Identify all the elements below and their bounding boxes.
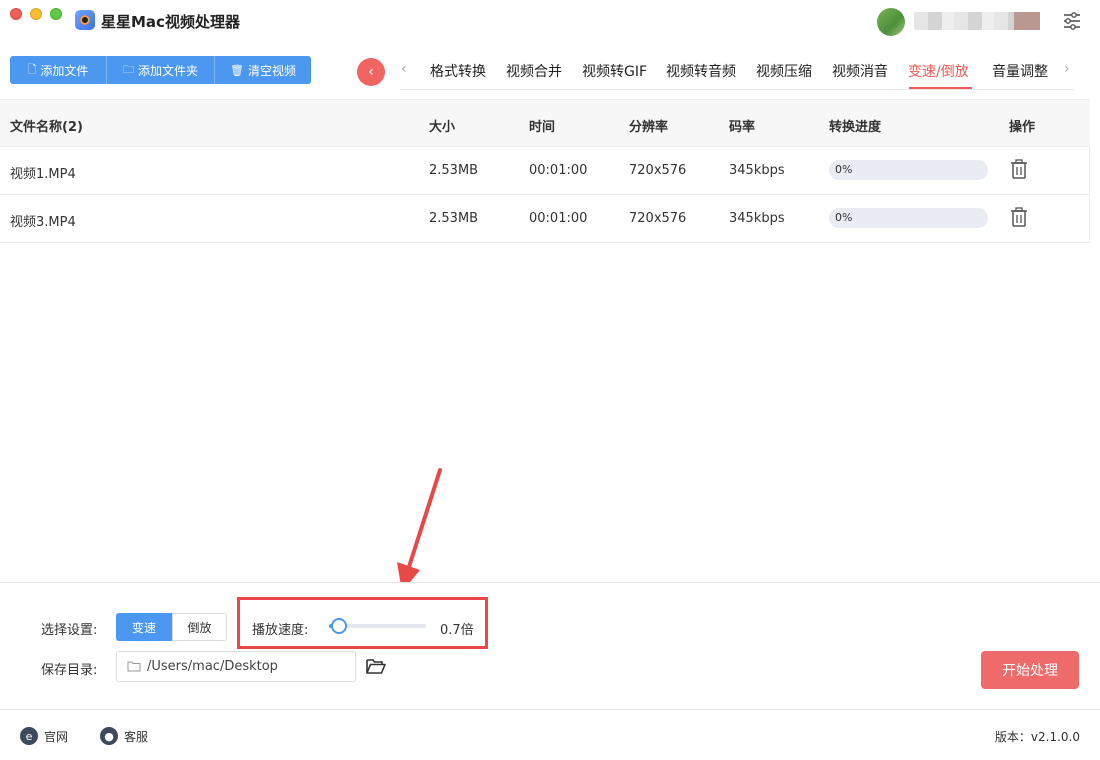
browser-icon: e [20,727,38,745]
cell-file-name: 视频1.MP4 [10,167,76,182]
tab-volume-adjust[interactable]: 音量调整 [992,61,1048,81]
trash-icon[interactable] [1010,159,1028,179]
document-icon: 🗋 [27,62,37,76]
tabs-scroll-right-icon[interactable]: › [1064,61,1070,77]
header-file-name: 文件名称(2) [10,120,83,135]
close-window-button[interactable] [10,8,22,20]
version-text: 版本：v2.1.0.0 [994,730,1080,744]
settings-panel [0,582,1100,710]
add-file-label: 添加文件 [40,63,89,78]
table-row[interactable]: 视频3.MP4 2.53MB 00:01:00 720x576 345kbps … [0,195,1090,243]
tab-video-to-audio[interactable]: 视频转音频 [666,61,736,81]
website-link[interactable]: e 官网 [20,727,68,745]
app-title: 星星Mac视频处理器 [101,13,240,31]
cell-resolution: 720x576 [629,211,687,226]
function-tabs: 格式转换 视频合并 视频转GIF 视频转音频 视频压缩 视频消音 变速/倒放 音… [400,52,1075,90]
header-action: 操作 [1009,120,1036,135]
cell-resolution: 720x576 [629,163,687,178]
folder-open-icon[interactable] [366,657,386,675]
website-label: 官网 [44,729,69,744]
progress-bar: 0% [829,160,988,180]
clear-videos-button[interactable]: 🗑 清空视频 [215,56,311,84]
active-tab-indicator [909,87,972,89]
add-file-button[interactable]: 🗋 添加文件 [10,56,107,84]
add-folder-button[interactable]: 🗀 添加文件夹 [107,56,215,84]
tab-format-convert[interactable]: 格式转换 [430,61,486,81]
user-avatar[interactable] [877,8,905,36]
table-header: 文件名称(2) 大小 时间 分辨率 码率 转换进度 操作 [0,99,1090,147]
header-time: 时间 [529,120,556,135]
cell-size: 2.53MB [429,163,479,178]
trash-icon: 🗑 [230,63,244,77]
tab-speed-reverse[interactable]: 变速/倒放 [908,61,969,81]
folder-icon [127,661,141,672]
tab-video-mute[interactable]: 视频消音 [832,61,888,81]
speed-value: 0.7倍 [440,623,474,638]
progress-text: 0% [835,211,853,224]
header-progress: 转换进度 [829,120,882,135]
table-row[interactable]: 视频1.MP4 2.53MB 00:01:00 720x576 345kbps … [0,147,1090,195]
tab-video-merge[interactable]: 视频合并 [506,61,562,81]
clear-videos-label: 清空视频 [247,63,296,78]
annotation-arrow-icon [397,468,442,592]
cell-bitrate: 345kbps [729,211,785,226]
user-name-blurred[interactable] [914,12,1040,30]
minimize-window-button[interactable] [30,8,42,20]
progress-text: 0% [835,163,853,176]
title-bar: 星星Mac视频处理器 [0,0,1100,44]
support-link[interactable]: ● 客服 [100,727,148,745]
start-processing-button[interactable]: 开始处理 [981,651,1079,689]
tab-video-compress[interactable]: 视频压缩 [756,61,812,81]
playback-speed-label: 播放速度: [252,623,309,638]
cell-time: 00:01:00 [529,163,588,178]
mode-speed-button[interactable]: 变速 [116,613,172,641]
chat-bubble-icon: ● [100,727,118,745]
cell-time: 00:01:00 [529,211,588,226]
header-resolution: 分辨率 [629,120,669,135]
header-size: 大小 [429,120,456,135]
chevron-left-icon: ‹ [368,64,374,80]
sliders-icon[interactable] [1062,11,1082,31]
cell-file-name: 视频3.MP4 [10,215,76,230]
progress-bar: 0% [829,208,988,228]
mode-reverse-button[interactable]: 倒放 [172,613,227,641]
maximize-window-button[interactable] [50,8,62,20]
save-directory-label: 保存目录: [41,663,98,678]
cell-bitrate: 345kbps [729,163,785,178]
collapse-toggle-button[interactable]: ‹ [357,58,385,86]
header-bitrate: 码率 [729,120,756,135]
cell-size: 2.53MB [429,211,479,226]
tab-video-to-gif[interactable]: 视频转GIF [582,61,647,81]
save-path-field[interactable]: /Users/mac/Desktop [116,651,356,682]
select-settings-label: 选择设置: [41,623,98,638]
save-path-text: /Users/mac/Desktop [147,659,278,674]
add-folder-label: 添加文件夹 [137,63,198,78]
trash-icon[interactable] [1010,207,1028,227]
app-logo-icon [75,10,95,30]
speed-slider-thumb[interactable] [330,618,347,634]
folder-icon: 🗀 [122,62,134,76]
support-label: 客服 [124,729,149,744]
